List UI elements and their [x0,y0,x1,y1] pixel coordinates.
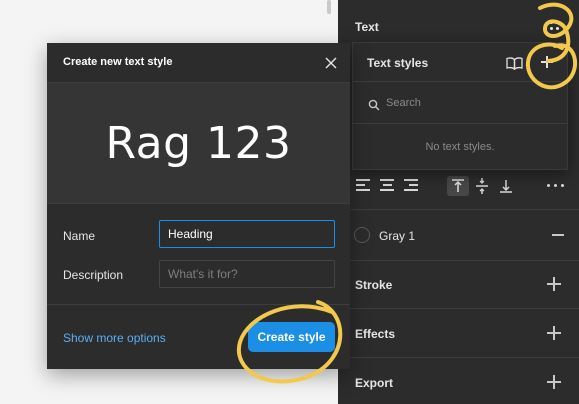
text-styles-popover: Text styles Search No text styles. [352,42,568,170]
stroke-section-header: Stroke [338,272,579,296]
search-input[interactable]: Search [386,97,421,109]
align-middle-icon[interactable] [471,176,493,196]
show-more-options-link[interactable]: Show more options [63,331,166,345]
divider [338,308,579,309]
create-style-button[interactable]: Create style [248,322,335,352]
dialog-title: Create new text style [63,56,173,68]
text-section-header: Text [338,14,579,38]
plus-icon[interactable] [547,277,561,291]
canvas-scroll-indicator [327,0,331,14]
plus-icon[interactable] [541,56,553,68]
text-alignment-row [350,174,575,198]
stroke-section-label: Stroke [355,278,393,292]
plus-icon[interactable] [547,326,561,340]
create-text-style-dialog: Create new text style Rag 123 Name Descr… [47,43,350,369]
plus-icon[interactable] [547,375,561,389]
more-dots-icon[interactable] [547,184,565,188]
description-label: Description [63,268,124,282]
divider [338,357,579,358]
divider [47,304,350,305]
align-center-icon[interactable] [380,179,394,191]
align-bottom-icon[interactable] [495,176,517,196]
effects-section-label: Effects [355,327,396,341]
fill-row: Gray 1 [354,226,564,246]
empty-state-message: No text styles. [425,141,495,153]
search-icon [368,98,380,111]
fill-color-name[interactable]: Gray 1 [379,229,415,243]
name-label: Name [63,229,96,243]
text-style-preview: Rag 123 [47,82,350,204]
name-field[interactable] [159,220,335,248]
align-top-icon[interactable] [447,176,469,196]
align-left-icon[interactable] [356,179,370,191]
export-section-header: Export [338,370,579,394]
four-dots-icon[interactable] [549,20,561,32]
export-section-label: Export [355,376,394,390]
description-field[interactable] [159,260,335,288]
divider [353,81,567,82]
align-right-icon[interactable] [404,179,418,191]
book-icon[interactable] [506,57,523,71]
text-styles-title: Text styles [367,56,429,70]
close-icon[interactable] [325,56,337,69]
minus-icon[interactable] [552,234,564,236]
effects-section-header: Effects [338,321,579,345]
divider [338,209,579,210]
divider [338,260,579,261]
divider [353,123,567,124]
preview-text: Rag 123 [105,117,292,169]
color-swatch[interactable] [354,227,370,243]
text-section-label: Text [355,20,379,34]
